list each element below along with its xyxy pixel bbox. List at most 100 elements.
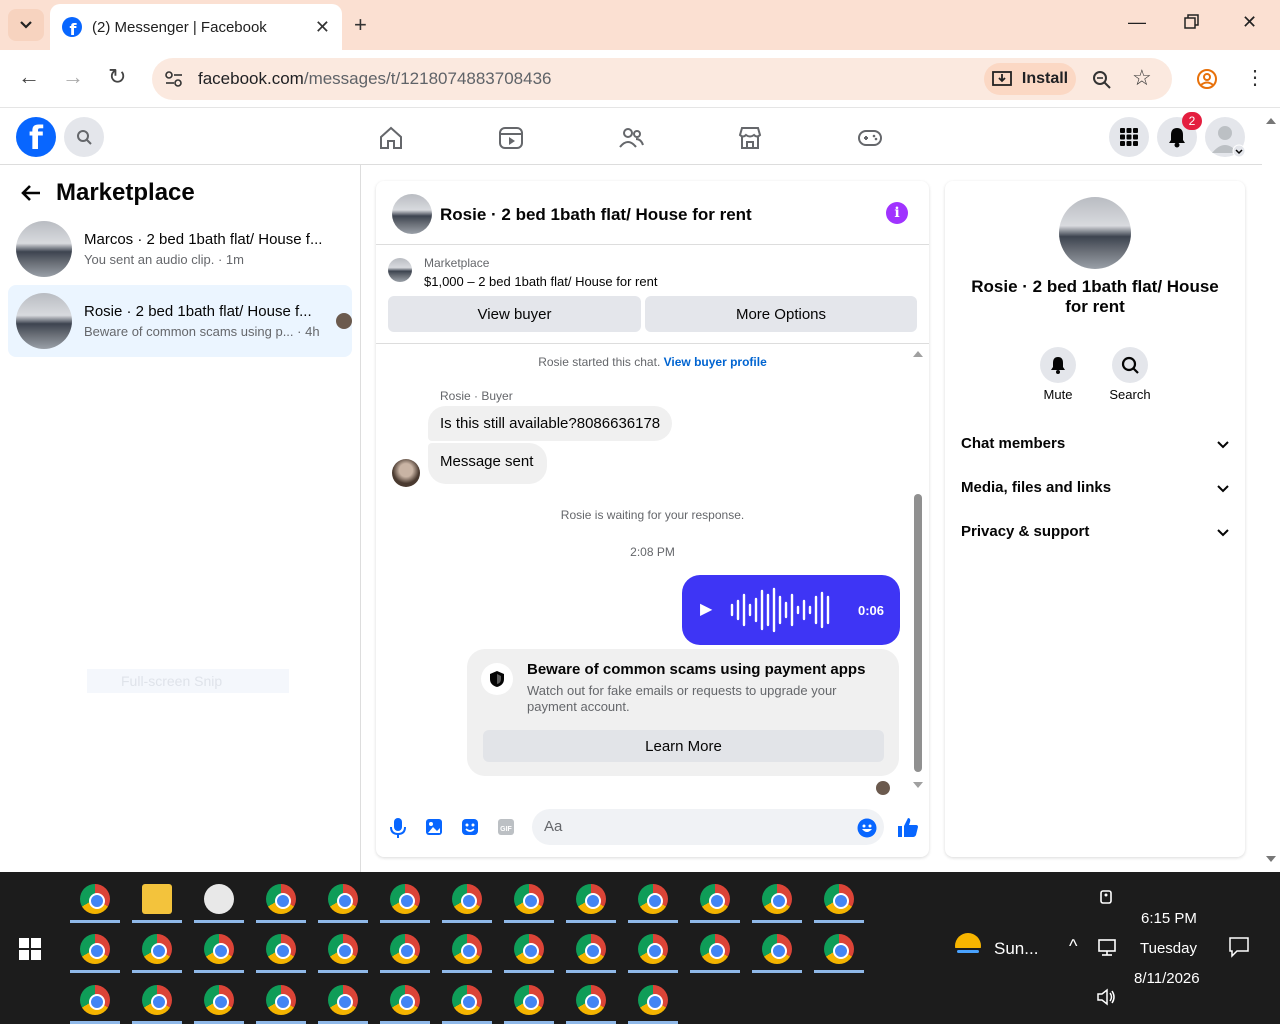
- facebook-logo[interactable]: f: [16, 117, 56, 157]
- message-bubble[interactable]: Is this still available?8086636178: [428, 406, 673, 441]
- scrollbar-thumb[interactable]: [914, 494, 922, 772]
- search-button[interactable]: [64, 117, 104, 157]
- chrome-window-icon[interactable]: [700, 934, 730, 964]
- chrome-window-icon[interactable]: [142, 934, 172, 964]
- clock-day[interactable]: Tuesday: [1140, 940, 1197, 957]
- photo-icon[interactable]: [425, 818, 443, 836]
- chrome-window-icon[interactable]: [204, 934, 234, 964]
- chrome-window-icon[interactable]: [762, 934, 792, 964]
- chrome-window-icon[interactable]: [328, 985, 358, 1015]
- view-buyer-button[interactable]: View buyer: [388, 296, 641, 332]
- video-icon[interactable]: [498, 125, 524, 151]
- account-button[interactable]: [1205, 117, 1245, 157]
- reload-button[interactable]: ↻: [108, 64, 126, 90]
- close-tab-icon[interactable]: ✕: [315, 17, 330, 38]
- chrome-window-icon[interactable]: [638, 934, 668, 964]
- minimize-button[interactable]: —: [1128, 12, 1146, 33]
- chrome-window-icon[interactable]: [452, 934, 482, 964]
- message-bubble[interactable]: Message sent: [428, 443, 548, 484]
- chat-members-section[interactable]: Chat members: [961, 435, 1229, 452]
- page-scrollbar[interactable]: [1262, 109, 1280, 872]
- url-text[interactable]: facebook.com/messages/t/1218074883708436: [198, 69, 552, 89]
- tab-search-button[interactable]: [8, 9, 44, 41]
- listing-photo[interactable]: [1059, 197, 1131, 269]
- restore-button[interactable]: [1184, 14, 1200, 35]
- menu-button[interactable]: [1109, 117, 1149, 157]
- gaming-icon[interactable]: [857, 125, 883, 151]
- scroll-up-icon[interactable]: [1266, 117, 1276, 125]
- play-icon[interactable]: ▶: [700, 599, 712, 619]
- media-files-links-section[interactable]: Media, files and links: [961, 479, 1229, 496]
- search-in-chat-button[interactable]: [1112, 347, 1148, 383]
- message-input[interactable]: Aa: [532, 809, 884, 845]
- chrome-window-icon[interactable]: [80, 985, 110, 1015]
- notifications-center-icon[interactable]: [1228, 936, 1250, 958]
- browser-tab[interactable]: f (2) Messenger | Facebook ✕: [50, 4, 342, 50]
- new-tab-button[interactable]: +: [354, 12, 367, 38]
- chrome-window-icon[interactable]: [452, 985, 482, 1015]
- forward-button[interactable]: →: [62, 64, 84, 90]
- scroll-down-icon[interactable]: [912, 781, 924, 789]
- chrome-window-icon[interactable]: [266, 985, 296, 1015]
- chrome-window-icon[interactable]: [514, 934, 544, 964]
- windows-start-icon[interactable]: [19, 938, 41, 960]
- chrome-window-icon[interactable]: [700, 884, 730, 914]
- meet-now-icon[interactable]: [1098, 888, 1116, 906]
- audio-message[interactable]: ▶ 0:06: [682, 575, 900, 645]
- chrome-window-icon[interactable]: [328, 884, 358, 914]
- more-options-button[interactable]: More Options: [645, 296, 917, 332]
- network-icon[interactable]: [1098, 938, 1118, 956]
- chrome-window-icon[interactable]: [824, 934, 854, 964]
- chrome-window-icon[interactable]: [266, 884, 296, 914]
- volume-icon[interactable]: [1097, 988, 1117, 1006]
- clock-time[interactable]: 6:15 PM: [1141, 910, 1197, 927]
- chrome-window-icon[interactable]: [266, 934, 296, 964]
- weather-text[interactable]: Sun...: [994, 939, 1038, 959]
- chat-scrollbar[interactable]: [913, 344, 923, 799]
- sticker-icon[interactable]: [461, 818, 479, 836]
- chrome-window-icon[interactable]: [638, 884, 668, 914]
- chrome-window-icon[interactable]: [514, 985, 544, 1015]
- site-settings-icon[interactable]: [164, 70, 184, 88]
- friends-icon[interactable]: [618, 125, 644, 151]
- chrome-window-icon[interactable]: [390, 985, 420, 1015]
- thumbs-up-icon[interactable]: [897, 816, 919, 838]
- thread-item-active[interactable]: Rosie · 2 bed 1bath flat/ House f... Bew…: [8, 285, 352, 357]
- chrome-window-icon[interactable]: [80, 884, 110, 914]
- chrome-window-icon[interactable]: [576, 884, 606, 914]
- chrome-window-icon[interactable]: [452, 884, 482, 914]
- chrome-window-icon[interactable]: [762, 884, 792, 914]
- back-button[interactable]: ←: [18, 64, 40, 90]
- info-icon[interactable]: i: [886, 202, 908, 224]
- back-arrow-icon[interactable]: [20, 183, 42, 203]
- gif-icon[interactable]: GIF: [497, 818, 515, 836]
- chrome-window-icon[interactable]: [204, 985, 234, 1015]
- listing-price-title[interactable]: $1,000 – 2 bed 1bath flat/ House for ren…: [424, 274, 657, 289]
- chrome-window-icon[interactable]: [638, 985, 668, 1015]
- chrome-window-icon[interactable]: [80, 934, 110, 964]
- bookmark-star-icon[interactable]: ☆: [1132, 65, 1152, 91]
- show-hidden-icons-icon[interactable]: ^: [1069, 936, 1077, 957]
- chrome-window-icon[interactable]: [142, 985, 172, 1015]
- chrome-window-icon[interactable]: [824, 884, 854, 914]
- view-buyer-profile-link[interactable]: View buyer profile: [664, 355, 767, 369]
- close-window-button[interactable]: ✕: [1242, 12, 1257, 33]
- chrome-window-icon[interactable]: [576, 934, 606, 964]
- chrome-window-icon[interactable]: [328, 934, 358, 964]
- scroll-down-icon[interactable]: [1266, 855, 1276, 863]
- chrome-window-icon[interactable]: [390, 934, 420, 964]
- learn-more-button[interactable]: Learn More: [483, 730, 884, 762]
- clock-date[interactable]: 8/11/2026: [1134, 970, 1200, 987]
- emoji-icon[interactable]: [857, 818, 877, 838]
- sender-avatar[interactable]: [392, 459, 420, 487]
- chrome-window-icon[interactable]: [390, 884, 420, 914]
- chat-avatar[interactable]: [392, 194, 432, 234]
- weather-icon[interactable]: [953, 932, 985, 962]
- browser-menu-icon[interactable]: ⋮: [1245, 65, 1265, 90]
- install-app-button[interactable]: Install: [984, 63, 1076, 95]
- marketplace-icon[interactable]: [737, 125, 763, 151]
- file-explorer-icon[interactable]: [142, 884, 172, 914]
- mute-button[interactable]: [1040, 347, 1076, 383]
- chrome-window-icon[interactable]: [514, 884, 544, 914]
- microphone-icon[interactable]: [389, 818, 407, 838]
